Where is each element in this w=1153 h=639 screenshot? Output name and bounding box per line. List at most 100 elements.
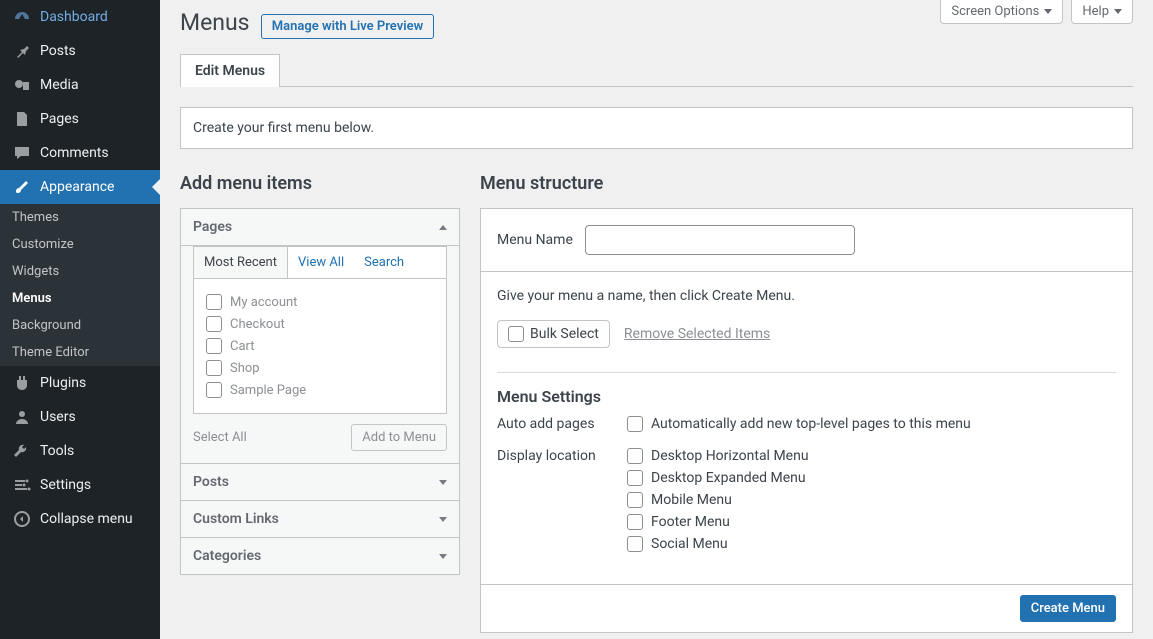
nav-tabs: Edit Menus	[180, 53, 1133, 87]
menu-name-input[interactable]	[585, 225, 855, 255]
location-text: Desktop Horizontal Menu	[651, 448, 809, 464]
location-text: Social Menu	[651, 536, 728, 552]
menu-frame: Menu Name Give your menu a name, then cl…	[480, 208, 1133, 633]
divider	[497, 372, 1116, 373]
sidebar-item-plugins[interactable]: Plugins	[0, 366, 160, 400]
location-option[interactable]: Social Menu	[627, 536, 809, 552]
page-checkbox[interactable]	[206, 294, 222, 310]
chevron-up-icon	[439, 225, 447, 230]
auto-add-option[interactable]: Automatically add new top-level pages to…	[627, 416, 971, 432]
location-checkbox[interactable]	[627, 492, 643, 508]
acc-head-custom-links[interactable]: Custom Links	[181, 500, 459, 537]
acc-title: Categories	[193, 548, 261, 564]
sidebar-item-dashboard[interactable]: Dashboard	[0, 0, 160, 34]
menu-name-label: Menu Name	[497, 232, 573, 248]
acc-head-pages[interactable]: Pages	[181, 209, 459, 246]
help-button[interactable]: Help	[1071, 0, 1133, 24]
page-label: My account	[230, 295, 297, 310]
submenu-customize[interactable]: Customize	[0, 231, 160, 258]
page-checkbox[interactable]	[206, 338, 222, 354]
submenu-background[interactable]: Background	[0, 312, 160, 339]
notice: Create your first menu below.	[180, 107, 1133, 149]
location-checkbox[interactable]	[627, 536, 643, 552]
pin-icon	[12, 41, 32, 61]
page-title: Menus	[180, 0, 250, 40]
location-option[interactable]: Desktop Horizontal Menu	[627, 448, 809, 464]
menu-hint: Give your menu a name, then click Create…	[497, 288, 1116, 304]
page-item[interactable]: Checkout	[206, 313, 434, 335]
chevron-down-icon	[439, 480, 447, 485]
add-items-heading: Add menu items	[180, 173, 460, 194]
live-preview-button[interactable]: Manage with Live Preview	[261, 14, 434, 39]
screen-options-label: Screen Options	[951, 4, 1039, 19]
page-checkbox[interactable]	[206, 360, 222, 376]
chevron-down-icon	[439, 554, 447, 559]
sidebar-item-tools[interactable]: Tools	[0, 434, 160, 468]
chevron-down-icon	[439, 517, 447, 522]
sidebar-item-media[interactable]: Media	[0, 68, 160, 102]
add-to-menu-button[interactable]: Add to Menu	[351, 424, 447, 451]
location-checkbox[interactable]	[627, 470, 643, 486]
subtab-recent[interactable]: Most Recent	[194, 247, 288, 278]
sidebar-label: Settings	[40, 477, 91, 493]
sidebar-item-pages[interactable]: Pages	[0, 102, 160, 136]
sliders-icon	[12, 475, 32, 495]
acc-head-posts[interactable]: Posts	[181, 463, 459, 500]
page-label: Cart	[230, 339, 255, 354]
page-checkbox[interactable]	[206, 382, 222, 398]
sidebar-label: Media	[40, 77, 79, 93]
user-icon	[12, 407, 32, 427]
bulk-select-checkbox[interactable]	[508, 326, 524, 342]
structure-heading: Menu structure	[480, 173, 1133, 194]
sidebar-label: Plugins	[40, 375, 86, 391]
location-option[interactable]: Footer Menu	[627, 514, 809, 530]
bulk-select-button[interactable]: Bulk Select	[497, 320, 610, 348]
sidebar-label: Users	[40, 409, 76, 425]
sidebar-label: Comments	[40, 145, 109, 161]
subtab-viewall[interactable]: View All	[288, 247, 354, 278]
dashboard-icon	[12, 7, 32, 27]
main-content: Screen Options Help Menus Manage with Li…	[160, 0, 1153, 639]
page-item[interactable]: Cart	[206, 335, 434, 357]
sidebar-item-comments[interactable]: Comments	[0, 136, 160, 170]
location-checkbox[interactable]	[627, 448, 643, 464]
submenu-theme-editor[interactable]: Theme Editor	[0, 339, 160, 366]
sidebar-item-users[interactable]: Users	[0, 400, 160, 434]
sidebar-label: Appearance	[40, 179, 114, 195]
page-item[interactable]: My account	[206, 291, 434, 313]
sidebar-label: Pages	[40, 111, 79, 127]
location-option[interactable]: Desktop Expanded Menu	[627, 470, 809, 486]
chevron-down-icon	[1044, 9, 1052, 14]
submenu-widgets[interactable]: Widgets	[0, 258, 160, 285]
sidebar-item-settings[interactable]: Settings	[0, 468, 160, 502]
page-label: Shop	[230, 361, 260, 376]
create-menu-button[interactable]: Create Menu	[1020, 595, 1116, 622]
remove-selected-link[interactable]: Remove Selected Items	[624, 326, 770, 342]
sidebar-item-appearance[interactable]: Appearance	[0, 170, 160, 204]
sidebar-label: Collapse menu	[40, 511, 133, 527]
auto-add-label: Auto add pages	[497, 416, 627, 438]
location-option[interactable]: Mobile Menu	[627, 492, 809, 508]
accordion: Pages Most Recent View All Search My acc…	[180, 208, 460, 575]
page-item[interactable]: Sample Page	[206, 379, 434, 401]
media-icon	[12, 75, 32, 95]
page-item[interactable]: Shop	[206, 357, 434, 379]
sidebar-item-posts[interactable]: Posts	[0, 34, 160, 68]
screen-options-button[interactable]: Screen Options	[940, 0, 1063, 24]
tab-edit-menus[interactable]: Edit Menus	[180, 54, 280, 87]
acc-head-categories[interactable]: Categories	[181, 537, 459, 574]
sidebar-label: Posts	[40, 43, 76, 59]
sidebar-label: Tools	[40, 443, 74, 459]
subtab-search[interactable]: Search	[354, 247, 414, 278]
sidebar-collapse[interactable]: Collapse menu	[0, 502, 160, 536]
auto-add-checkbox[interactable]	[627, 416, 643, 432]
help-label: Help	[1082, 4, 1109, 19]
submenu-themes[interactable]: Themes	[0, 204, 160, 231]
page-checkbox[interactable]	[206, 316, 222, 332]
collapse-icon	[12, 509, 32, 529]
acc-title: Posts	[193, 474, 229, 490]
submenu-menus[interactable]: Menus	[0, 285, 160, 312]
location-checkbox[interactable]	[627, 514, 643, 530]
location-text: Mobile Menu	[651, 492, 732, 508]
select-all-link[interactable]: Select All	[193, 430, 247, 445]
